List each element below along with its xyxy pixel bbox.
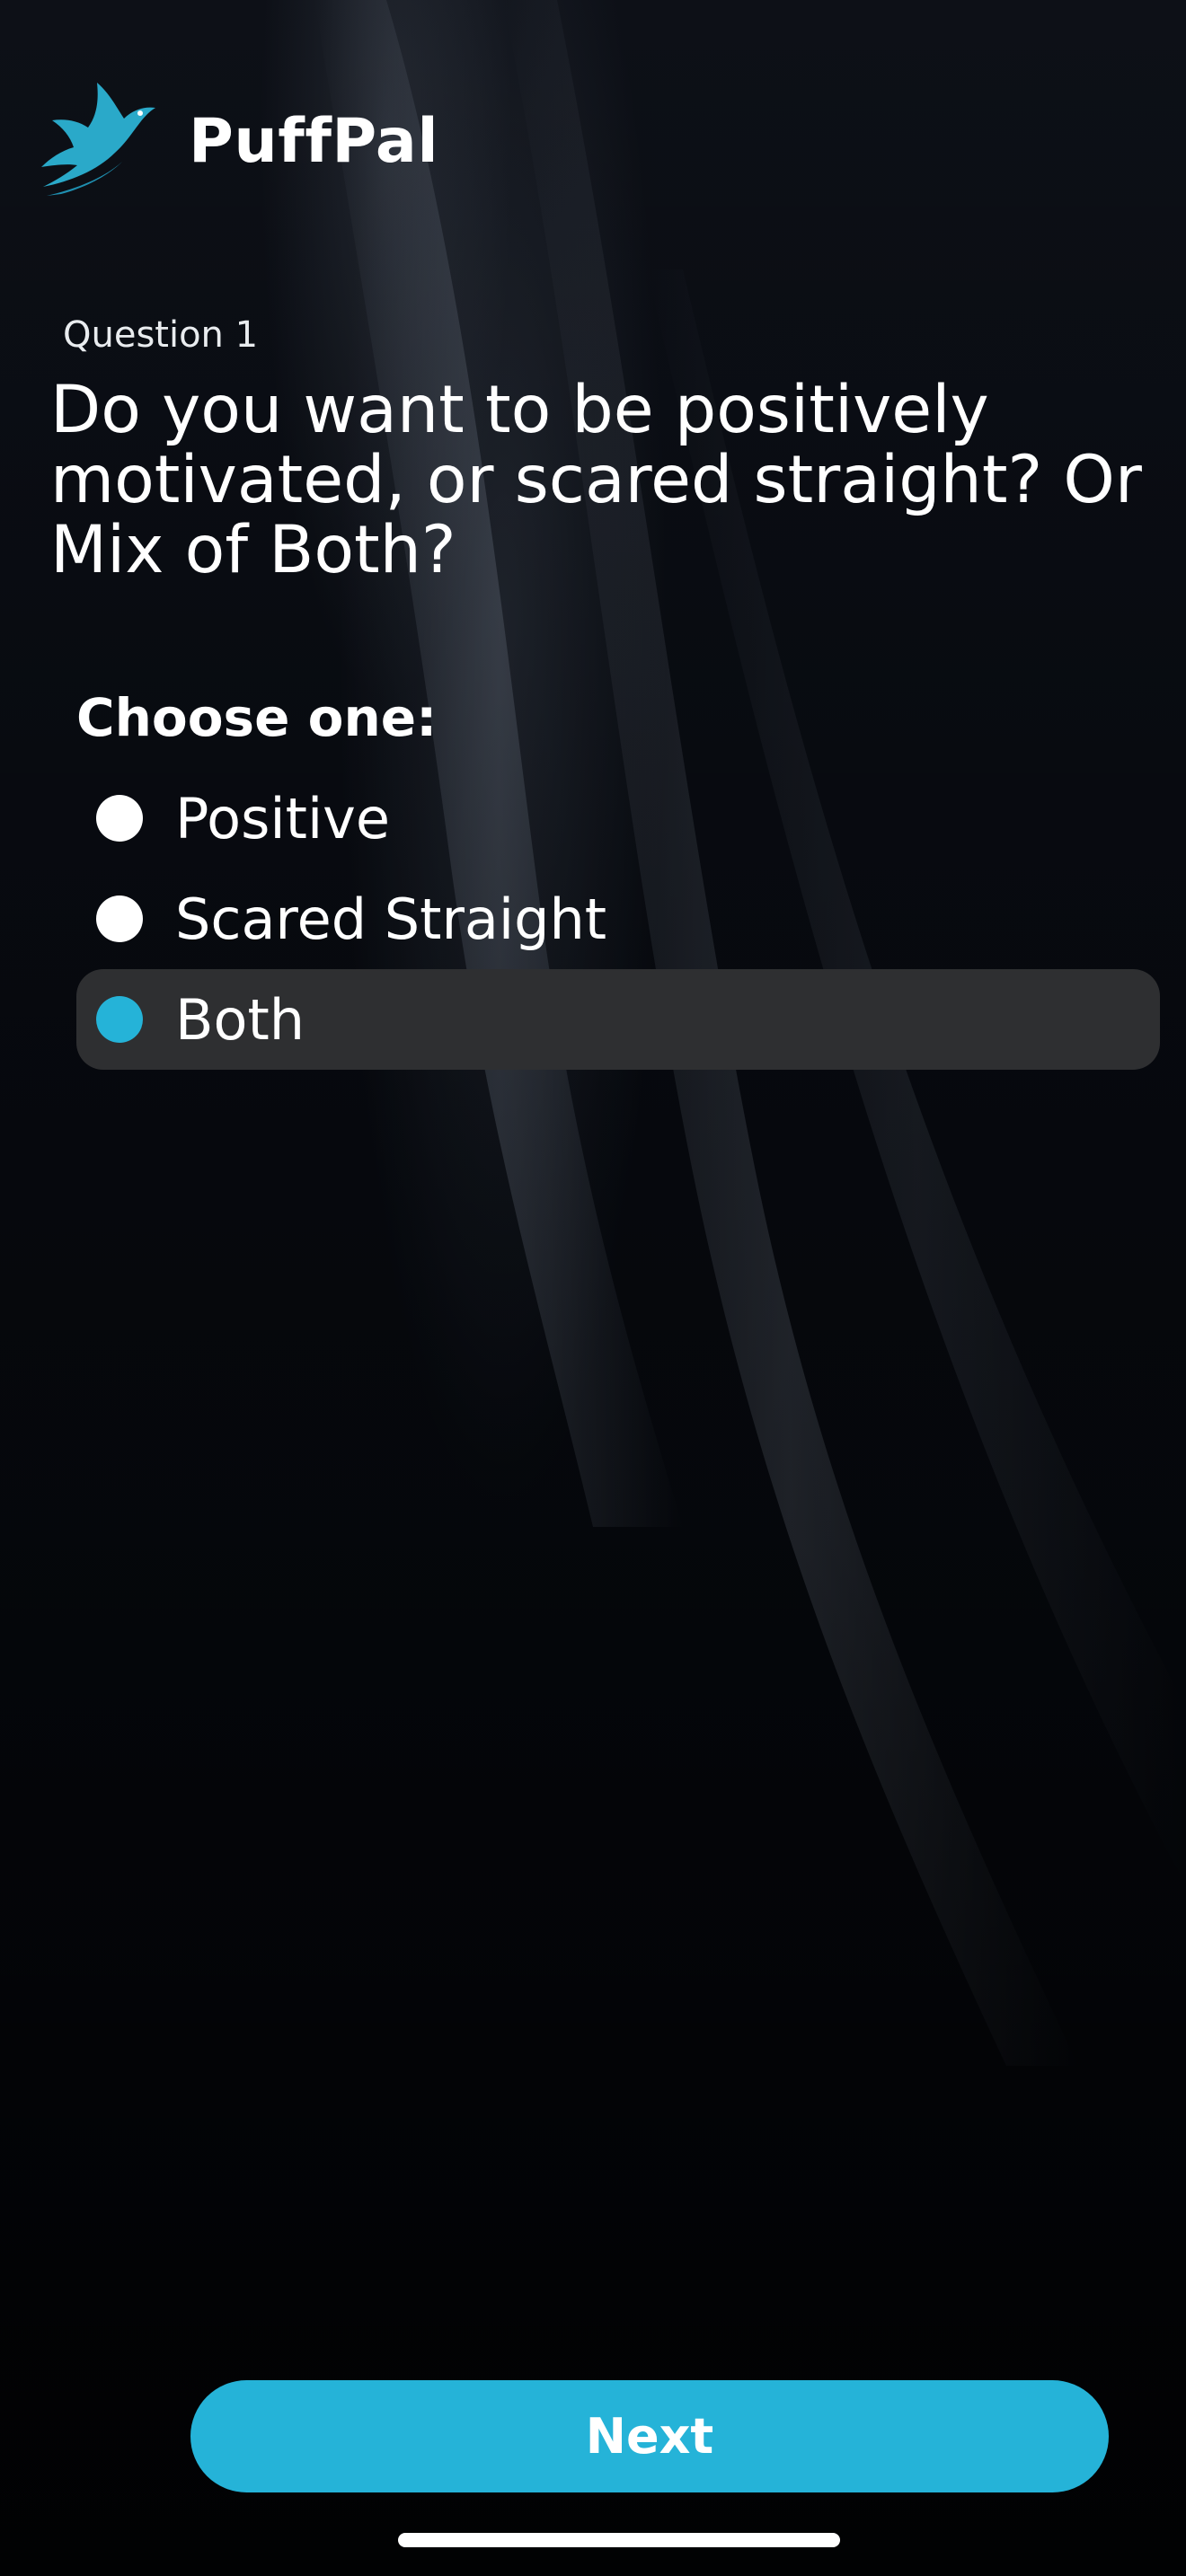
next-button[interactable]: Next bbox=[190, 2380, 1109, 2492]
radio-unselected-icon[interactable] bbox=[96, 795, 143, 842]
app-header: PuffPal bbox=[34, 81, 438, 202]
question-number: Question 1 bbox=[63, 314, 259, 356]
app-name: PuffPal bbox=[189, 106, 439, 177]
option-both[interactable]: Both bbox=[76, 969, 1160, 1070]
onboarding-screen: PuffPal Question 1 Do you want to be pos… bbox=[0, 0, 1186, 2576]
question-title: Do you want to be positively motivated, … bbox=[50, 372, 1142, 588]
answer-options: Positive Scared Straight Both bbox=[76, 768, 1160, 1070]
option-label: Both bbox=[175, 986, 305, 1053]
radio-unselected-icon[interactable] bbox=[96, 895, 143, 942]
bird-logo-icon bbox=[41, 83, 155, 196]
choose-one-label: Choose one: bbox=[76, 687, 438, 748]
option-scared-straight[interactable]: Scared Straight bbox=[76, 869, 1160, 969]
radio-selected-icon[interactable] bbox=[96, 996, 143, 1043]
home-indicator[interactable] bbox=[398, 2533, 840, 2547]
option-positive[interactable]: Positive bbox=[76, 768, 1160, 869]
option-label: Positive bbox=[175, 785, 391, 851]
option-label: Scared Straight bbox=[175, 886, 607, 952]
